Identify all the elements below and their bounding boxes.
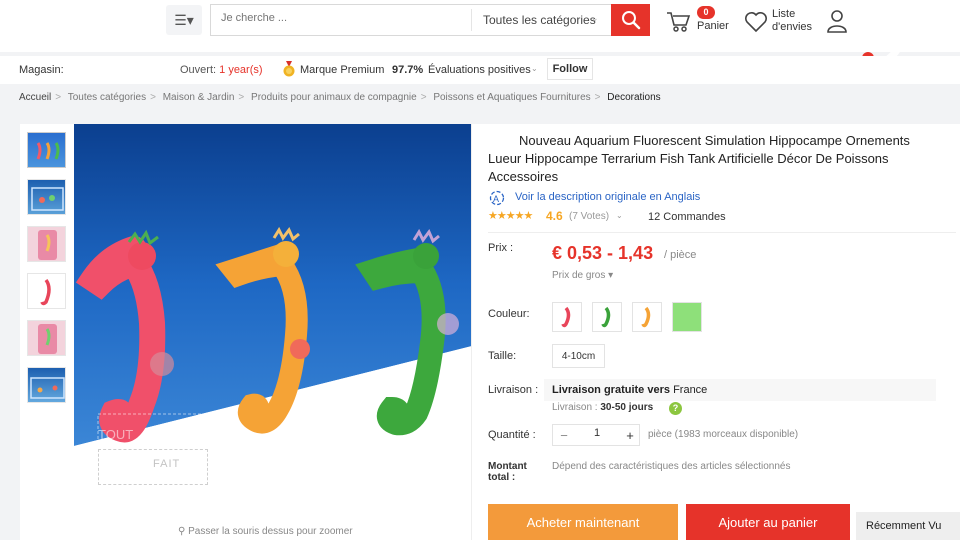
search-input[interactable]	[221, 12, 461, 24]
shipping-country: France	[673, 384, 708, 396]
color-swatch-orange[interactable]	[632, 302, 662, 332]
heart-icon	[745, 12, 767, 33]
overlay-text: FAIT	[153, 458, 181, 470]
view-original-description-link[interactable]: Voir la description originale en Anglais	[515, 191, 700, 203]
total-label-line1: Montant	[488, 461, 527, 472]
quantity-decrease-button[interactable]: −	[553, 425, 575, 445]
top-header: ☰▾ Toutes les catégories ⌄ 0 Panier List…	[0, 0, 960, 52]
store-rating-percent: 97.7%	[392, 64, 424, 76]
total-label: Montant total :	[488, 461, 527, 483]
add-to-cart-button[interactable]: Ajouter au panier	[686, 504, 850, 540]
overlay-text: COMPTE	[150, 430, 197, 442]
thumbnail-list	[27, 132, 67, 414]
bulk-price-toggle[interactable]: Prix de gros ▾	[552, 270, 613, 281]
shipping-label: Livraison :	[488, 384, 539, 396]
magnifier-icon: ⚲	[178, 526, 186, 537]
chevron-down-icon: ⌄	[531, 64, 538, 73]
color-swatch-green[interactable]	[592, 302, 622, 332]
breadcrumb-item[interactable]: Maison & Jardin	[163, 92, 235, 103]
breadcrumb-item[interactable]: Poissons et Aquatiques Fournitures	[433, 92, 590, 103]
buy-now-button[interactable]: Acheter maintenant	[488, 504, 678, 540]
size-option[interactable]: 4-10cm	[552, 344, 605, 368]
help-icon[interactable]: ?	[669, 402, 682, 415]
search-divider	[471, 9, 472, 31]
thumbnail-image[interactable]	[27, 226, 66, 262]
wishlist-label-line1: Liste	[772, 8, 796, 20]
store-rating-label[interactable]: Évaluations positives	[428, 64, 531, 76]
main-product-image[interactable]: TOUT COMPTE	[74, 124, 472, 446]
cart-label: Panier	[697, 20, 729, 32]
shipping-time: Livraison : 30-50 jours	[552, 402, 653, 413]
price-unit: / pièce	[664, 249, 697, 261]
thumbnail-image[interactable]	[27, 367, 66, 403]
store-open-value: 1 year(s)	[219, 64, 263, 76]
quantity-label: Quantité :	[488, 429, 536, 441]
medal-icon	[283, 61, 295, 77]
breadcrumb-item[interactable]: Toutes catégories	[68, 92, 146, 103]
quantity-stepper: − +	[552, 424, 640, 446]
product-price: € 0,53 - 1,43	[552, 243, 654, 263]
search-category-select[interactable]: Toutes les catégories	[483, 13, 596, 27]
zoom-hint: ⚲ Passer la souris dessus pour zoomer	[178, 526, 353, 537]
wishlist-button[interactable]: Liste d'envies	[744, 8, 820, 36]
chevron-down-icon: ⌄	[616, 211, 623, 220]
shipping-text: Livraison gratuite vers	[552, 384, 670, 396]
thumbnail-image[interactable]	[27, 132, 66, 168]
cart-icon	[667, 12, 691, 32]
order-count: 12 Commandes	[648, 211, 726, 223]
wishlist-label-line2: d'envies	[772, 21, 813, 33]
total-note: Dépend des caractéristiques des articles…	[552, 461, 791, 472]
breadcrumb-item[interactable]: Produits pour animaux de compagnie	[251, 92, 417, 103]
premium-brand-label: Marque Premium	[300, 64, 385, 76]
thumbnail-image[interactable]	[27, 179, 66, 215]
divider	[488, 232, 956, 233]
svg-text:A: A	[493, 194, 499, 204]
shipping-time-label: Livraison :	[552, 402, 598, 413]
follow-button[interactable]: Follow	[547, 58, 593, 80]
menu-icon: ☰▾	[174, 11, 194, 28]
category-menu-button[interactable]: ☰▾	[166, 5, 202, 35]
quantity-input[interactable]	[577, 427, 617, 439]
store-open-label: Ouvert:	[180, 64, 217, 76]
recently-viewed-tab[interactable]: Récemment Vu	[856, 512, 960, 540]
shipping-info[interactable]: Livraison gratuite vers France	[552, 384, 707, 396]
rating-score: 4.6	[546, 209, 563, 223]
rating-votes[interactable]: (7 Votes)	[569, 211, 609, 222]
search-button[interactable]	[611, 4, 650, 36]
quantity-increase-button[interactable]: +	[619, 425, 641, 445]
user-icon	[827, 10, 847, 33]
translate-icon: A	[489, 190, 505, 206]
size-label: Taille:	[488, 350, 517, 362]
zoom-hint-text: Passer la souris dessus pour zoomer	[188, 526, 353, 537]
thumbnail-image[interactable]	[27, 273, 66, 309]
product-title: Nouveau Aquarium Fluorescent Simulation …	[488, 133, 910, 184]
breadcrumb: Accueil > Toutes catégories > Maison & Jar…	[19, 92, 661, 103]
overlay-watermark-lower: FAIT	[98, 449, 208, 485]
search-box: Toutes les catégories ⌄	[210, 4, 612, 36]
store-bar: Magasin: Ouvert: 1 year(s) Marque Premiu…	[0, 56, 960, 84]
breadcrumb-item-current: Decorations	[607, 92, 661, 103]
breadcrumb-item[interactable]: Accueil	[19, 92, 51, 103]
wishlist-label: Liste d'envies	[772, 8, 812, 34]
cart-count-badge: 0	[697, 6, 715, 19]
thumbnail-image[interactable]	[27, 320, 66, 356]
cart-button[interactable]: 0 Panier	[665, 6, 735, 36]
product-panel: TOUT COMPTE FAIT ⚲ Passer la souris dess…	[20, 124, 960, 540]
price-label: Prix :	[488, 242, 514, 254]
color-label: Couleur:	[488, 308, 530, 320]
overlay-text: TOUT	[98, 427, 133, 442]
store-open-since: Ouvert: 1 year(s)	[180, 64, 263, 76]
search-icon	[621, 11, 640, 30]
store-label: Magasin:	[19, 64, 64, 76]
star-rating-icon: ★★★★★	[488, 210, 533, 222]
chevron-down-icon: ⌄	[591, 13, 599, 23]
account-button[interactable]	[826, 8, 848, 34]
quantity-availability: pièce (1983 morceaux disponible)	[648, 429, 799, 440]
shipping-days: 30-50 jours	[600, 402, 654, 413]
color-swatch-red[interactable]	[552, 302, 582, 332]
total-label-line2: total :	[488, 472, 516, 483]
divider	[471, 124, 472, 540]
color-swatch-light-green[interactable]	[672, 302, 702, 332]
